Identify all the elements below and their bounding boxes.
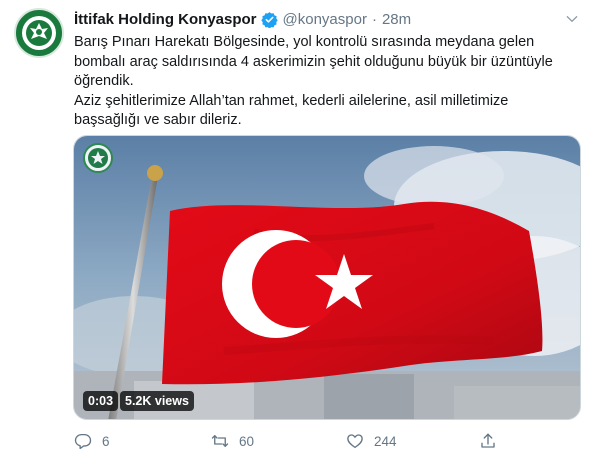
- like-count: 244: [374, 433, 397, 449]
- tweet-actions: 6 60 244: [74, 430, 574, 452]
- separator-dot: ·: [371, 10, 377, 28]
- tweet-header: İttifak Holding Konyaspor @konyaspor · 2…: [74, 9, 411, 29]
- video-player[interactable]: 0:03 5.2K views: [73, 135, 581, 420]
- reply-count: 6: [102, 433, 110, 449]
- tweet[interactable]: İttifak Holding Konyaspor @konyaspor · 2…: [0, 0, 597, 463]
- video-thumbnail: [74, 136, 580, 419]
- tweet-text-line: bombalı araç saldırısında 4 askerimizin …: [74, 53, 553, 70]
- channel-logo-icon: [83, 143, 113, 173]
- tweet-text-line: Barış Pınarı Harekatı Bölgesinde, yol ko…: [74, 34, 535, 50]
- tweet-text-line: başsağlığı ve sabır dileriz.: [74, 112, 242, 128]
- tweet-text: Barış Pınarı Harekatı Bölgesinde, yol ko…: [74, 33, 579, 131]
- retweet-icon: [211, 435, 229, 447]
- heart-icon: [347, 434, 363, 449]
- author-handle[interactable]: @konyaspor: [283, 11, 367, 28]
- tweet-text-line: Aziz şehitlerimize Allah’tan rahmet, ked…: [74, 92, 509, 109]
- retweet-count: 60: [239, 433, 255, 449]
- reply-icon: [74, 433, 92, 450]
- share-button[interactable]: [479, 430, 497, 452]
- chevron-down-icon[interactable]: [565, 12, 579, 26]
- tweet-timestamp[interactable]: 28m: [382, 11, 411, 28]
- reply-button[interactable]: 6: [74, 430, 110, 452]
- author-name[interactable]: İttifak Holding Konyaspor: [74, 11, 257, 28]
- avatar[interactable]: [14, 8, 64, 58]
- verified-badge-icon: [260, 11, 278, 28]
- tweet-text-line: öğrendik.: [74, 73, 134, 89]
- video-views-badge: 5.2K views: [120, 391, 194, 411]
- video-duration-badge: 0:03: [83, 391, 119, 411]
- like-button[interactable]: 244: [346, 430, 397, 452]
- share-icon: [481, 433, 495, 448]
- retweet-button[interactable]: 60: [211, 430, 254, 452]
